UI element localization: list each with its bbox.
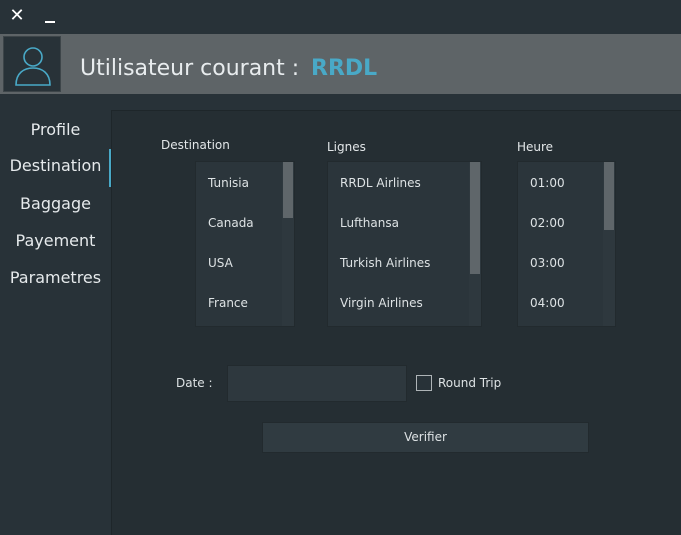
lignes-list[interactable]: RRDL Airlines Lufthansa Turkish Airlines… xyxy=(327,161,482,327)
list-item[interactable]: 02:00 xyxy=(530,213,565,233)
current-user-name: RRDL xyxy=(311,56,378,81)
heure-list[interactable]: 01:00 02:00 03:00 04:00 xyxy=(517,161,616,327)
lignes-scrollbar[interactable] xyxy=(469,162,481,326)
date-label: Date : xyxy=(176,376,213,390)
sidebar-item-parametres[interactable]: Parametres xyxy=(0,265,111,291)
list-item[interactable]: USA xyxy=(208,253,233,273)
list-item[interactable]: RRDL Airlines xyxy=(340,173,421,193)
list-item[interactable]: France xyxy=(208,293,248,313)
list-item[interactable]: 04:00 xyxy=(530,293,565,313)
heure-scrollbar[interactable] xyxy=(603,162,615,326)
sidebar-item-payement[interactable]: Payement xyxy=(0,228,111,254)
destination-list[interactable]: Tunisia Canada USA France xyxy=(195,161,295,327)
list-item[interactable]: 03:00 xyxy=(530,253,565,273)
list-item[interactable]: Tunisia xyxy=(208,173,249,193)
user-header: Utilisateur courant : RRDL xyxy=(0,34,681,94)
minimize-icon[interactable] xyxy=(42,6,60,26)
sidebar-item-destination[interactable]: Destination xyxy=(0,149,111,187)
destination-scrollbar[interactable] xyxy=(282,162,294,326)
lignes-header: Lignes xyxy=(327,140,366,154)
current-user-label: Utilisateur courant : xyxy=(80,56,300,81)
round-trip-label: Round Trip xyxy=(438,376,502,390)
list-item[interactable]: Turkish Airlines xyxy=(340,253,430,273)
list-item[interactable]: Canada xyxy=(208,213,254,233)
round-trip-checkbox[interactable] xyxy=(416,375,432,391)
date-field[interactable] xyxy=(227,365,407,402)
list-item[interactable]: Lufthansa xyxy=(340,213,399,233)
close-icon[interactable]: ✕ xyxy=(8,6,26,26)
sidebar-item-baggage[interactable]: Baggage xyxy=(0,191,111,217)
window-titlebar: ✕ xyxy=(0,0,681,34)
destination-header: Destination xyxy=(161,138,230,152)
avatar xyxy=(3,36,61,92)
scrollbar-thumb[interactable] xyxy=(604,162,614,230)
sidebar-item-profile[interactable]: Profile xyxy=(0,117,111,143)
user-icon xyxy=(15,47,51,86)
scrollbar-thumb[interactable] xyxy=(283,162,293,218)
scrollbar-thumb[interactable] xyxy=(470,162,480,274)
verify-button[interactable]: Verifier xyxy=(262,422,589,453)
list-item[interactable]: Virgin Airlines xyxy=(340,293,423,313)
heure-header: Heure xyxy=(517,140,554,154)
list-item[interactable]: 01:00 xyxy=(530,173,565,193)
